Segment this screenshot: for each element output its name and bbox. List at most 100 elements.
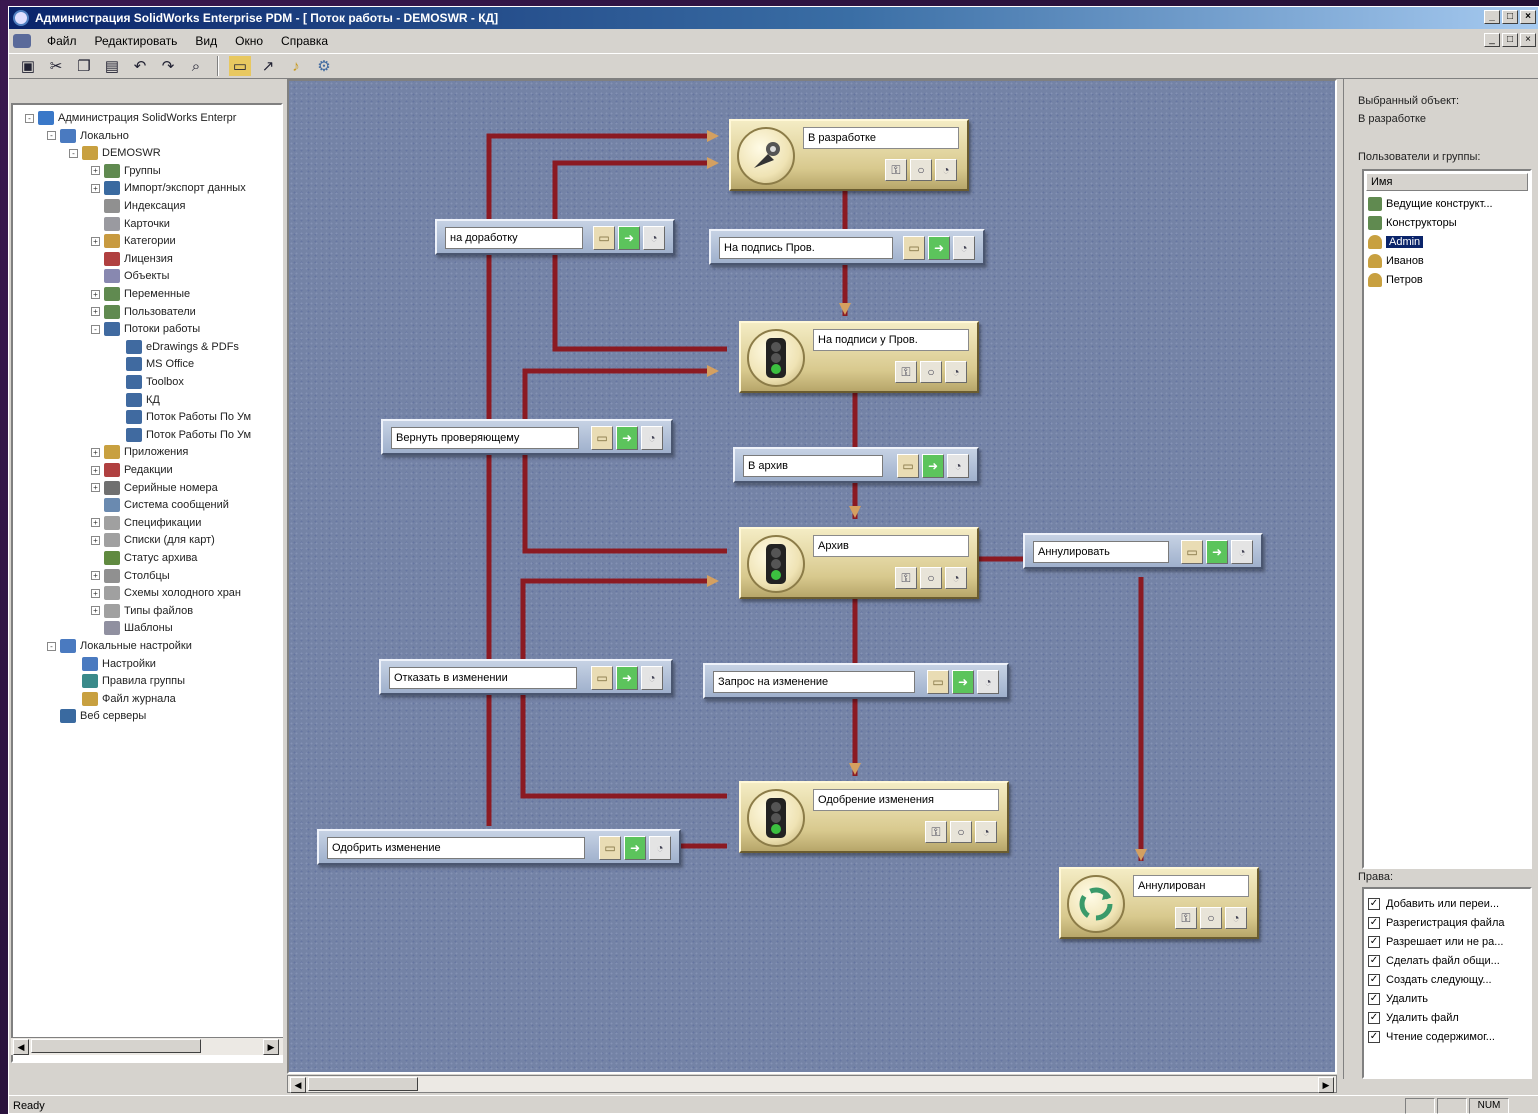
tree-item[interactable]: Шаблоны	[91, 619, 173, 637]
canvas-scroll-thumb[interactable]	[308, 1077, 418, 1091]
tree-item[interactable]: + Импорт/экспорт данных	[91, 179, 246, 197]
transition-odobrit[interactable]: Одобрить изменение ▭ ➜ ◔	[317, 829, 681, 865]
transition-properties-icon[interactable]: ◔	[953, 236, 975, 260]
transition-name[interactable]: Запрос на изменение	[713, 671, 915, 693]
action-arrow-icon[interactable]: ➜	[922, 454, 944, 478]
tree-item[interactable]: eDrawings & PDFs	[113, 338, 239, 356]
tree-item[interactable]: + Спецификации	[91, 514, 201, 532]
transition-name[interactable]: В архив	[743, 455, 883, 477]
permission-item[interactable]: ✓ Чтение содержимог...	[1368, 1028, 1495, 1046]
tree-item[interactable]: + Приложения	[91, 443, 188, 461]
tree-item[interactable]: - Потоки работы	[91, 320, 200, 338]
permission-checkbox[interactable]: ✓	[1368, 917, 1380, 929]
state-notify-icon[interactable]: ○	[950, 821, 972, 843]
transition-name[interactable]: Аннулировать	[1033, 541, 1169, 563]
condition-icon[interactable]: ▭	[591, 426, 613, 450]
tree-item[interactable]: КД	[113, 391, 160, 409]
save-icon[interactable]: ▣	[17, 56, 39, 76]
mdi-restore-button[interactable]: □	[1502, 33, 1518, 47]
document-menu-icon[interactable]	[13, 34, 31, 48]
transition-properties-icon[interactable]: ◔	[947, 454, 969, 478]
notification-bell-icon[interactable]: ♪	[285, 56, 307, 76]
tree-item[interactable]: - Локально	[47, 127, 129, 145]
mdi-minimize-button[interactable]: _	[1484, 33, 1500, 47]
state-name[interactable]: В разработке	[803, 127, 959, 149]
state-notify-icon[interactable]: ○	[910, 159, 932, 181]
permission-item[interactable]: ✓ Создать следующу...	[1368, 971, 1492, 989]
cut-icon[interactable]: ✂	[45, 56, 67, 76]
state-name[interactable]: Архив	[813, 535, 969, 557]
tree-item[interactable]: + Списки (для карт)	[91, 531, 215, 549]
expand-icon[interactable]: +	[91, 236, 100, 246]
users-list[interactable]: Имя Ведущие конструкт... Конструкторы Admi…	[1362, 169, 1532, 869]
minimize-button[interactable]: _	[1484, 10, 1500, 24]
tree-item[interactable]: + Пользователи	[91, 303, 196, 321]
transition-properties-icon[interactable]: ◔	[641, 666, 663, 690]
expand-icon[interactable]: +	[91, 535, 100, 545]
transition-name[interactable]: Одобрить изменение	[327, 837, 585, 859]
action-arrow-icon[interactable]: ➜	[1206, 540, 1228, 564]
action-arrow-icon[interactable]: ➜	[624, 836, 646, 860]
condition-icon[interactable]: ▭	[903, 236, 925, 260]
transition-v-arkhiv[interactable]: В архив ▭ ➜ ◔	[733, 447, 979, 483]
scroll-right-icon[interactable]: ▶	[263, 1039, 279, 1055]
tree-item[interactable]: Поток Работы По Ум	[113, 426, 251, 444]
state-name[interactable]: Аннулирован	[1133, 875, 1249, 897]
expand-icon[interactable]: +	[91, 447, 100, 457]
expand-icon[interactable]: +	[91, 183, 100, 193]
condition-icon[interactable]: ▭	[593, 226, 615, 250]
permission-checkbox[interactable]: ✓	[1368, 974, 1380, 986]
state-odobrenie[interactable]: Одобрение изменения ⚿ ○ ◔	[739, 781, 1009, 853]
collapse-icon[interactable]: -	[47, 641, 56, 651]
state-permissions-icon[interactable]: ⚿	[885, 159, 907, 181]
transition-na-dorabotku[interactable]: на доработку ▭ ➜ ◔	[435, 219, 675, 255]
users-column-header[interactable]: Имя	[1366, 173, 1528, 191]
undo-icon[interactable]: ↶	[129, 56, 151, 76]
tree-item[interactable]: Файл журнала	[69, 690, 176, 708]
state-na-podpisi[interactable]: На подписи у Пров. ⚿ ○ ◔	[739, 321, 979, 393]
tree-item[interactable]: MS Office	[113, 355, 194, 373]
permission-item[interactable]: ✓ Удалить	[1368, 990, 1428, 1008]
tree-item[interactable]: Карточки	[91, 215, 170, 233]
expand-icon[interactable]: +	[91, 289, 100, 299]
transition-name[interactable]: На подпись Пров.	[719, 237, 893, 259]
permission-item[interactable]: ✓ Разрешает или не ра...	[1368, 933, 1503, 951]
tree-item[interactable]: Объекты	[91, 267, 169, 285]
canvas-horizontal-scrollbar[interactable]: ◀ ▶	[287, 1075, 1337, 1093]
expand-icon[interactable]: +	[91, 518, 100, 528]
user-list-item[interactable]: Конструкторы	[1368, 214, 1457, 232]
menu-window[interactable]: Окно	[233, 33, 265, 49]
state-annulirovan[interactable]: Аннулирован ⚿ ○ ◔	[1059, 867, 1259, 939]
new-transition-icon[interactable]: ↗	[257, 56, 279, 76]
permission-checkbox[interactable]: ✓	[1368, 1031, 1380, 1043]
transition-properties-icon[interactable]: ◔	[649, 836, 671, 860]
state-name[interactable]: Одобрение изменения	[813, 789, 999, 811]
expand-icon[interactable]: +	[91, 307, 100, 317]
tree-item[interactable]: + Переменные	[91, 285, 190, 303]
user-list-item[interactable]: Иванов	[1368, 252, 1424, 270]
transition-properties-icon[interactable]: ◔	[643, 226, 665, 250]
permissions-list[interactable]: ✓ Добавить или переи... ✓ Разрегистрация фа…	[1362, 887, 1532, 1079]
state-v-razrabotke[interactable]: В разработке ⚿ ○ ◔	[729, 119, 969, 191]
tree-scroll-thumb[interactable]	[31, 1039, 201, 1053]
expand-icon[interactable]: +	[91, 606, 100, 616]
permission-checkbox[interactable]: ✓	[1368, 993, 1380, 1005]
new-state-icon[interactable]: ▭	[229, 56, 251, 76]
transition-vernut[interactable]: Вернуть проверяющему ▭ ➜ ◔	[381, 419, 673, 455]
state-properties-icon[interactable]: ◔	[975, 821, 997, 843]
tree-item[interactable]: Настройки	[69, 655, 156, 673]
transition-na-podpis[interactable]: На подпись Пров. ▭ ➜ ◔	[709, 229, 985, 265]
menu-edit[interactable]: Редактировать	[93, 33, 180, 49]
condition-icon[interactable]: ▭	[1181, 540, 1203, 564]
transition-zapros[interactable]: Запрос на изменение ▭ ➜ ◔	[703, 663, 1009, 699]
condition-icon[interactable]: ▭	[591, 666, 613, 690]
workflow-properties-icon[interactable]: ⚙	[313, 56, 335, 76]
state-permissions-icon[interactable]: ⚿	[895, 361, 917, 383]
expand-icon[interactable]: +	[91, 588, 100, 598]
paste-icon[interactable]: ▤	[101, 56, 123, 76]
transition-annulirovat[interactable]: Аннулировать ▭ ➜ ◔	[1023, 533, 1263, 569]
scroll-left-icon[interactable]: ◀	[290, 1077, 306, 1093]
redo-icon[interactable]: ↷	[157, 56, 179, 76]
permission-item[interactable]: ✓ Сделать файл общи...	[1368, 952, 1500, 970]
collapse-icon[interactable]: -	[25, 113, 34, 123]
